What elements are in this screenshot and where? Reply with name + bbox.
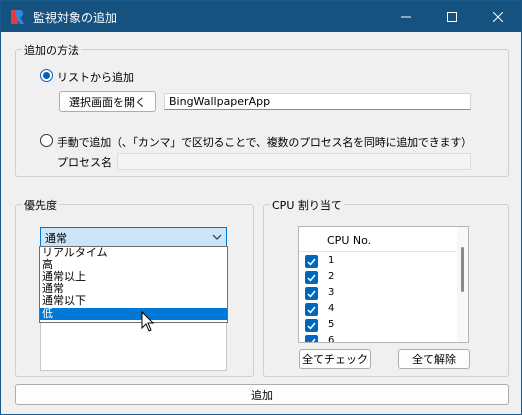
maximize-icon <box>447 11 457 22</box>
add-monitor-target-window: 監視対象の追加 追加の方法 リストから追加 選択画面を開く BingWallpa… <box>0 0 522 415</box>
add-method-legend: 追加の方法 <box>22 42 81 58</box>
cpu-number: 2 <box>328 271 335 282</box>
cpu-checkbox[interactable] <box>305 255 318 268</box>
cpu-row[interactable]: 1 <box>299 253 457 269</box>
cpu-checkbox[interactable] <box>305 303 318 316</box>
cpu-checkbox[interactable] <box>305 271 318 284</box>
cpu-number: 5 <box>328 319 335 330</box>
process-name-label: プロセス名 <box>57 156 112 169</box>
add-button[interactable]: 追加 <box>15 384 509 405</box>
check-all-button[interactable]: 全てチェック <box>299 349 371 369</box>
chevron-down-icon <box>212 234 222 240</box>
cpu-checkbox[interactable] <box>305 287 318 300</box>
app-logo-icon <box>11 10 24 24</box>
cpu-number: 4 <box>328 303 335 314</box>
cpu-list-header: CPU No. <box>299 227 457 252</box>
window-title: 監視対象の追加 <box>33 11 118 25</box>
priority-option-low[interactable]: 低 <box>40 308 227 320</box>
cpu-list-scrollbar[interactable] <box>457 227 468 342</box>
close-button[interactable] <box>475 1 521 32</box>
priority-dropdown: リアルタイム 高 通常以上 通常 通常以下 低 <box>39 246 228 323</box>
priority-option-above-normal[interactable]: 通常以上 <box>40 271 227 283</box>
open-selector-button[interactable]: 選択画面を開く <box>59 91 156 112</box>
cpu-row[interactable]: 4 <box>299 301 457 317</box>
cpu-number: 1 <box>328 255 335 266</box>
check-icon <box>307 290 316 298</box>
cpu-number: 6 <box>328 335 335 343</box>
cpu-list[interactable]: CPU No. 1 2 3 4 5 6 <box>298 226 469 343</box>
cpu-row[interactable]: 2 <box>299 269 457 285</box>
cpu-row[interactable]: 3 <box>299 285 457 301</box>
from-list-label[interactable]: リストから追加 <box>57 69 134 85</box>
from-list-radio[interactable] <box>40 69 53 82</box>
cpu-checkbox[interactable] <box>305 335 318 342</box>
cpu-checkbox[interactable] <box>305 319 318 332</box>
scrollbar-thumb[interactable] <box>461 247 464 292</box>
maximize-button[interactable] <box>429 1 475 32</box>
cpu-row[interactable]: 5 <box>299 317 457 333</box>
check-icon <box>307 274 316 282</box>
cpu-legend: CPU 割り当て <box>270 197 344 213</box>
cpu-row[interactable]: 6 <box>299 333 457 343</box>
check-icon <box>307 258 316 266</box>
manual-label[interactable]: 手動で追加（、「カンマ」で区切ることで、複数のプロセス名を同時に追加できます） <box>57 134 472 150</box>
check-icon <box>308 338 316 342</box>
minimize-icon <box>401 16 411 17</box>
minimize-button[interactable] <box>383 1 429 32</box>
check-icon <box>307 322 316 330</box>
priority-selected-value: 通常 <box>45 232 67 245</box>
uncheck-all-button[interactable]: 全て解除 <box>398 349 470 369</box>
selected-app-field[interactable]: BingWallpaperApp <box>164 93 471 110</box>
mouse-cursor-icon <box>141 311 155 332</box>
title-bar: 監視対象の追加 <box>1 1 521 32</box>
priority-legend: 優先度 <box>22 197 59 213</box>
priority-option-realtime[interactable]: リアルタイム <box>40 247 227 259</box>
priority-option-below-normal[interactable]: 通常以下 <box>40 295 227 307</box>
priority-select[interactable]: 通常 <box>40 227 227 247</box>
check-icon <box>307 306 316 314</box>
cpu-column-header: CPU No. <box>327 234 372 247</box>
manual-radio[interactable] <box>40 134 53 147</box>
process-name-input[interactable] <box>117 153 471 170</box>
close-icon <box>493 11 503 22</box>
cpu-number: 3 <box>328 287 335 298</box>
